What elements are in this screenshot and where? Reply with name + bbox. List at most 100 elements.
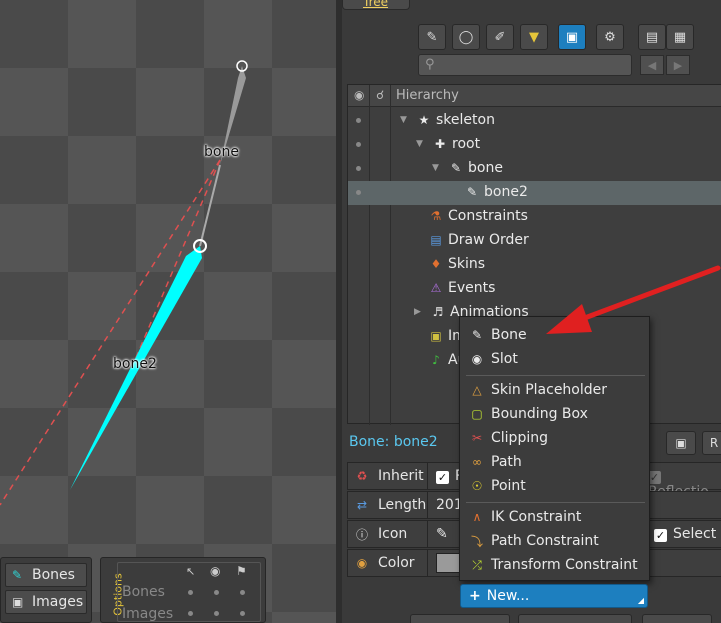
menu-item-skin-placeholder[interactable]: △ Skin Placeholder bbox=[460, 378, 651, 402]
clipping-icon: ✂ bbox=[471, 431, 483, 445]
menu-item-bounding-box-label: Bounding Box bbox=[491, 406, 588, 422]
bottom-button[interactable] bbox=[642, 614, 712, 623]
ik-constraint-icon: ∧ bbox=[472, 510, 482, 524]
images-toggle-label: Images bbox=[32, 594, 84, 610]
menu-item-clipping[interactable]: ✂ Clipping bbox=[460, 426, 651, 450]
bone2-label: bone2 bbox=[113, 356, 157, 372]
copy-button[interactable]: ▣ bbox=[666, 431, 696, 455]
skeleton-canvas[interactable] bbox=[0, 0, 336, 623]
inherit-rotation-checkbox[interactable]: ✓ bbox=[436, 471, 449, 484]
icon-label: Icon bbox=[378, 526, 408, 542]
skins-icon: ♦ bbox=[430, 257, 442, 271]
bottom-button[interactable] bbox=[518, 614, 632, 623]
bone-icon: ✎ bbox=[450, 161, 462, 175]
settings-button[interactable]: ⚙ bbox=[596, 24, 624, 50]
new-button[interactable]: + New... ◢ bbox=[460, 584, 648, 608]
info-icon: ⓘ bbox=[355, 527, 368, 542]
collapse-button[interactable]: ▤ bbox=[638, 24, 666, 50]
tree-label-constraints: Constraints bbox=[448, 208, 528, 224]
tree-label-skins: Skins bbox=[448, 256, 486, 272]
visibility-dot[interactable] bbox=[356, 166, 361, 171]
skeleton-icon: ★ bbox=[418, 113, 430, 127]
menu-item-bone-label: Bone bbox=[491, 327, 527, 343]
bone-style-icon[interactable]: ✎ bbox=[436, 526, 448, 542]
viewport[interactable]: bone bone2 ✎ Bones ▣ Images Options ↖ ◉ … bbox=[0, 0, 336, 623]
tree-row[interactable]: ▼ ✎ bone bbox=[348, 157, 721, 181]
expand-arrow-icon[interactable]: ▼ bbox=[416, 139, 428, 149]
tab-tree[interactable]: Tree bbox=[342, 0, 410, 10]
color-wheel-icon: ◉ bbox=[356, 556, 368, 570]
menu-item-slot-label: Slot bbox=[491, 351, 518, 367]
r-button[interactable]: R bbox=[702, 431, 721, 455]
events-icon: ⚠ bbox=[430, 281, 442, 295]
select-checkbox[interactable]: ✓ bbox=[654, 529, 667, 542]
menu-item-slot[interactable]: ◉ Slot bbox=[460, 347, 651, 371]
tree-label-root: root bbox=[452, 136, 481, 152]
slots-filter-button[interactable]: ◯ bbox=[452, 24, 480, 50]
search-input[interactable]: ⚲ bbox=[418, 54, 632, 76]
arrow-right-icon: ▶ bbox=[673, 58, 683, 72]
visibility-dot[interactable] bbox=[356, 190, 361, 195]
expand-arrow-icon[interactable]: ▼ bbox=[400, 115, 412, 125]
point-icon: ☉ bbox=[471, 479, 483, 493]
filter-button[interactable]: ▼ bbox=[520, 24, 548, 50]
menu-item-ik-constraint[interactable]: ∧ IK Constraint bbox=[460, 505, 651, 529]
tree-row[interactable]: ▤ Draw Order bbox=[348, 229, 721, 253]
expand-arrow-icon[interactable]: ▶ bbox=[414, 307, 426, 317]
option-dot[interactable] bbox=[214, 611, 219, 616]
option-dot[interactable] bbox=[240, 590, 245, 595]
focus-button[interactable]: ▣ bbox=[558, 24, 586, 50]
menu-item-path[interactable]: ∞ Path bbox=[460, 450, 651, 474]
visibility-dot[interactable] bbox=[356, 118, 361, 123]
menu-item-skin-placeholder-label: Skin Placeholder bbox=[491, 382, 608, 398]
slot-icon: ◉ bbox=[471, 352, 483, 366]
properties-title: Bone: bone2 bbox=[349, 434, 438, 450]
tree-row[interactable]: ▼ ★ skeleton bbox=[348, 109, 721, 133]
bones-filter-button[interactable]: ✎ bbox=[418, 24, 446, 50]
bones-toggle-button[interactable]: ✎ Bones bbox=[5, 563, 87, 587]
path-constraint-icon: ⤵ bbox=[470, 534, 483, 549]
menu-item-clipping-label: Clipping bbox=[491, 430, 548, 446]
plus-icon: + bbox=[469, 588, 481, 604]
tree-label-skeleton: skeleton bbox=[436, 112, 495, 128]
bones-toggle-label: Bones bbox=[32, 567, 75, 583]
tree-row-selected[interactable]: ✎ bone2 bbox=[348, 181, 721, 205]
eye-column-icon: ◉ bbox=[354, 88, 365, 102]
prev-result-button[interactable]: ◀ bbox=[640, 55, 664, 75]
attachments-filter-button[interactable]: ✐ bbox=[486, 24, 514, 50]
option-dot[interactable] bbox=[188, 590, 193, 595]
label-tag-icon: ⚑ bbox=[236, 564, 247, 578]
expand-icon: ▦ bbox=[673, 29, 687, 45]
arrow-left-icon: ◀ bbox=[647, 58, 657, 72]
expand-button[interactable]: ▦ bbox=[666, 24, 694, 50]
tab-tree-label: Tree bbox=[363, 0, 389, 9]
tree-header: ◉ ☌ Hierarchy bbox=[348, 85, 721, 107]
tree-label-events: Events bbox=[448, 280, 496, 296]
parent-dash-line-2 bbox=[134, 159, 221, 361]
option-dot[interactable] bbox=[240, 611, 245, 616]
visibility-dot[interactable] bbox=[356, 142, 361, 147]
menu-item-ik-constraint-label: IK Constraint bbox=[491, 509, 582, 525]
select-label: Select bbox=[673, 526, 717, 542]
bottom-button[interactable] bbox=[410, 614, 510, 623]
next-result-button[interactable]: ▶ bbox=[666, 55, 690, 75]
tree-row[interactable]: ⚗ Constraints bbox=[348, 205, 721, 229]
wrench-icon: ⚙ bbox=[604, 29, 616, 45]
option-dot[interactable] bbox=[214, 590, 219, 595]
constraints-icon: ⚗ bbox=[430, 209, 442, 223]
inherit-label: Inherit bbox=[378, 468, 424, 484]
tree-row[interactable]: ▼ ✚ root bbox=[348, 133, 721, 157]
menu-item-path-constraint[interactable]: ⤵ Path Constraint bbox=[460, 529, 651, 553]
menu-item-transform-constraint[interactable]: ⤮ Transform Constraint bbox=[460, 553, 651, 577]
menu-item-bounding-box[interactable]: ▢ Bounding Box bbox=[460, 402, 651, 426]
corner-indicator-icon: ◢ bbox=[637, 596, 644, 605]
menu-item-point[interactable]: ☉ Point bbox=[460, 474, 651, 498]
app-window: bone bone2 ✎ Bones ▣ Images Options ↖ ◉ … bbox=[0, 0, 721, 623]
options-row-images: Images bbox=[122, 606, 174, 622]
expand-arrow-icon[interactable]: ▼ bbox=[432, 163, 444, 173]
option-dot[interactable] bbox=[188, 611, 193, 616]
slot-filter-icon: ◯ bbox=[458, 29, 474, 45]
images-toggle-button[interactable]: ▣ Images bbox=[5, 590, 87, 614]
search-icon: ⚲ bbox=[425, 57, 435, 72]
bone-filter-icon: ✎ bbox=[426, 29, 438, 45]
